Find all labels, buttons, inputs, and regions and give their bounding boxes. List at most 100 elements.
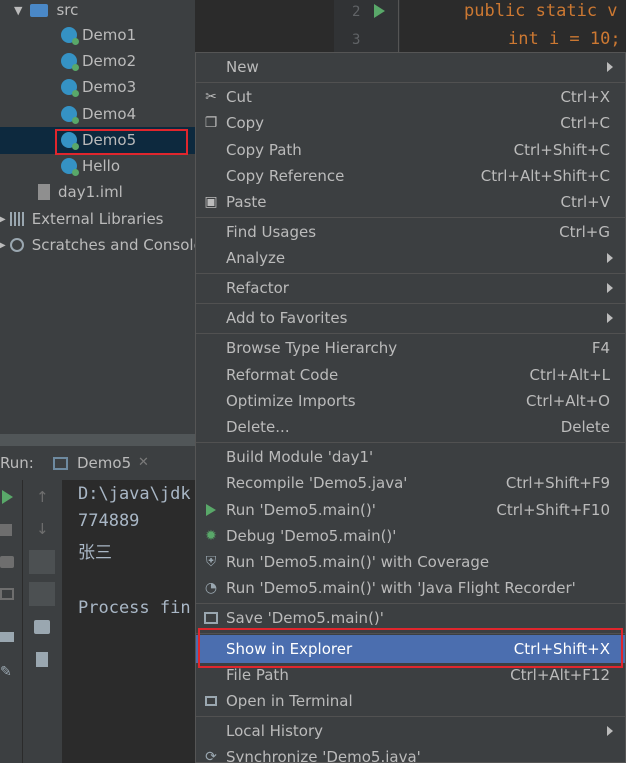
debug-icon: ✹ bbox=[205, 528, 217, 544]
menu-item-build-module[interactable]: Build Module 'day1' bbox=[196, 444, 625, 470]
code-editor[interactable]: public static v int i = 10; bbox=[400, 0, 626, 55]
tree-item-label: day1.iml bbox=[58, 183, 123, 201]
menu-item-new[interactable]: New bbox=[196, 54, 625, 80]
run-toolbar-secondary: ↑ ↓ bbox=[22, 480, 63, 763]
menu-item-label: Run 'Demo5.main()' with 'Java Flight Rec… bbox=[226, 579, 576, 597]
coverage-icon: ⛨ bbox=[205, 554, 217, 570]
stop-icon[interactable] bbox=[0, 524, 12, 536]
panel-divider[interactable] bbox=[0, 434, 195, 446]
tree-item-label: Demo4 bbox=[82, 105, 137, 123]
tree-item-label: External Libraries bbox=[31, 210, 164, 228]
menu-item-delete[interactable]: Delete... Delete bbox=[196, 414, 625, 440]
menu-item-label: Copy bbox=[226, 114, 265, 132]
menu-item-label: Find Usages bbox=[226, 223, 317, 241]
menu-item-shortcut: Delete bbox=[560, 418, 610, 436]
tree-item-scratches[interactable]: ▶ Scratches and Consoles bbox=[0, 233, 195, 257]
menu-item-analyze[interactable]: Analyze bbox=[196, 245, 625, 271]
tree-folder-src[interactable]: ▼ src bbox=[14, 0, 78, 22]
tree-item-external-libraries[interactable]: ▶ External Libraries bbox=[0, 207, 164, 231]
menu-separator bbox=[196, 716, 625, 717]
tree-item-demo2[interactable]: Demo2 bbox=[61, 49, 136, 73]
restore-layout-icon[interactable] bbox=[0, 588, 14, 600]
menu-item-label: Analyze bbox=[226, 249, 286, 267]
menu-separator bbox=[196, 82, 625, 83]
tree-item-iml[interactable]: day1.iml bbox=[38, 180, 123, 204]
menu-item-paste[interactable]: ▣ Paste Ctrl+V bbox=[196, 189, 625, 215]
menu-item-local-history[interactable]: Local History bbox=[196, 718, 625, 744]
menu-item-refactor[interactable]: Refactor bbox=[196, 275, 625, 301]
class-icon bbox=[61, 106, 79, 124]
folder-icon bbox=[30, 3, 49, 17]
tree-item-hello[interactable]: Hello bbox=[61, 154, 120, 178]
menu-item-open-in-terminal[interactable]: Open in Terminal bbox=[196, 688, 625, 714]
menu-item-browse-type-hierarchy[interactable]: Browse Type Hierarchy F4 bbox=[196, 335, 625, 361]
module-file-icon bbox=[38, 184, 50, 200]
camera-icon[interactable] bbox=[0, 556, 14, 568]
menu-separator bbox=[196, 333, 625, 334]
submenu-arrow-icon bbox=[607, 313, 613, 323]
soft-wrap-icon[interactable] bbox=[29, 550, 55, 574]
menu-item-run-profiler[interactable]: ◔ Run 'Demo5.main()' with 'Java Flight Re… bbox=[196, 575, 625, 601]
menu-item-optimize-imports[interactable]: Optimize Imports Ctrl+Alt+O bbox=[196, 388, 625, 414]
layout-icon[interactable] bbox=[0, 632, 14, 642]
menu-item-shortcut: Ctrl+Shift+F10 bbox=[496, 501, 610, 519]
menu-item-add-to-favorites[interactable]: Add to Favorites bbox=[196, 305, 625, 331]
chevron-right-icon[interactable]: ▶ bbox=[0, 240, 6, 251]
tree-item-demo3[interactable]: Demo3 bbox=[61, 75, 136, 99]
project-tree: ▼ src Demo1 Demo2 Demo3 Demo4 Demo5 Hell… bbox=[0, 0, 195, 434]
chevron-down-icon[interactable]: ▼ bbox=[14, 4, 22, 17]
menu-item-reformat-code[interactable]: Reformat Code Ctrl+Alt+L bbox=[196, 362, 625, 388]
tree-item-label: Demo2 bbox=[82, 52, 137, 70]
menu-item-debug[interactable]: ✹ Debug 'Demo5.main()' bbox=[196, 523, 625, 549]
arrow-down-icon[interactable]: ↓ bbox=[36, 520, 49, 538]
tree-item-demo4[interactable]: Demo4 bbox=[61, 102, 136, 126]
menu-item-copy-path[interactable]: Copy Path Ctrl+Shift+C bbox=[196, 137, 625, 163]
run-tab-demo5[interactable]: Demo5 ✕ bbox=[46, 450, 164, 478]
copy-icon: ❐ bbox=[204, 115, 218, 131]
menu-item-synchronize[interactable]: ⟳ Synchronize 'Demo5.java' bbox=[196, 744, 625, 762]
code-line-3: int i = 10; bbox=[508, 29, 621, 49]
editor-gutter: 2 3 bbox=[334, 0, 400, 55]
arrow-up-icon[interactable]: ↑ bbox=[36, 488, 49, 506]
class-icon bbox=[61, 53, 79, 71]
menu-item-label: Copy Reference bbox=[226, 167, 345, 185]
menu-item-shortcut: Ctrl+Alt+Shift+C bbox=[480, 167, 610, 185]
run-toolbar-left: ✎ bbox=[0, 480, 22, 763]
trash-icon[interactable] bbox=[36, 652, 48, 667]
menu-item-shortcut: Ctrl+G bbox=[559, 223, 610, 241]
console-output[interactable]: D:\java\jdk 774889 张三 Process fin bbox=[62, 480, 196, 763]
menu-separator bbox=[196, 273, 625, 274]
menu-item-run[interactable]: Run 'Demo5.main()' Ctrl+Shift+F10 bbox=[196, 497, 625, 523]
save-icon bbox=[202, 609, 220, 627]
menu-item-find-usages[interactable]: Find Usages Ctrl+G bbox=[196, 219, 625, 245]
close-icon[interactable]: ✕ bbox=[138, 455, 149, 470]
menu-item-shortcut: F4 bbox=[591, 339, 610, 357]
menu-item-recompile[interactable]: Recompile 'Demo5.java' Ctrl+Shift+F9 bbox=[196, 470, 625, 496]
menu-item-copy-reference[interactable]: Copy Reference Ctrl+Alt+Shift+C bbox=[196, 163, 625, 189]
menu-item-shortcut: Ctrl+Alt+L bbox=[529, 366, 611, 384]
class-icon bbox=[61, 158, 79, 176]
menu-item-cut[interactable]: ✂ Cut Ctrl+X bbox=[196, 84, 625, 110]
print-icon[interactable] bbox=[34, 620, 50, 634]
console-line: D:\java\jdk bbox=[78, 484, 191, 504]
chevron-right-icon[interactable]: ▶ bbox=[0, 214, 6, 225]
menu-item-label: Debug 'Demo5.main()' bbox=[226, 527, 397, 545]
pin-icon[interactable]: ✎ bbox=[0, 664, 12, 680]
menu-item-run-coverage[interactable]: ⛨ Run 'Demo5.main()' with Coverage bbox=[196, 549, 625, 575]
menu-separator bbox=[196, 217, 625, 218]
profiler-icon: ◔ bbox=[204, 580, 218, 596]
menu-item-label: New bbox=[226, 58, 259, 76]
submenu-arrow-icon bbox=[607, 253, 613, 263]
gutter-divider bbox=[398, 0, 399, 55]
menu-item-copy[interactable]: ❐ Copy Ctrl+C bbox=[196, 110, 625, 136]
menu-item-file-path[interactable]: File Path Ctrl+Alt+F12 bbox=[196, 662, 625, 688]
scroll-to-end-icon[interactable] bbox=[29, 582, 55, 606]
tree-item-demo1[interactable]: Demo1 bbox=[61, 23, 136, 47]
class-icon bbox=[61, 27, 79, 45]
run-gutter-icon[interactable] bbox=[374, 4, 385, 18]
menu-separator bbox=[196, 303, 625, 304]
rerun-icon[interactable] bbox=[2, 490, 13, 504]
menu-item-label: Delete... bbox=[226, 418, 290, 436]
code-line-2: public static v bbox=[464, 1, 618, 21]
console-line: 774889 bbox=[78, 511, 140, 531]
